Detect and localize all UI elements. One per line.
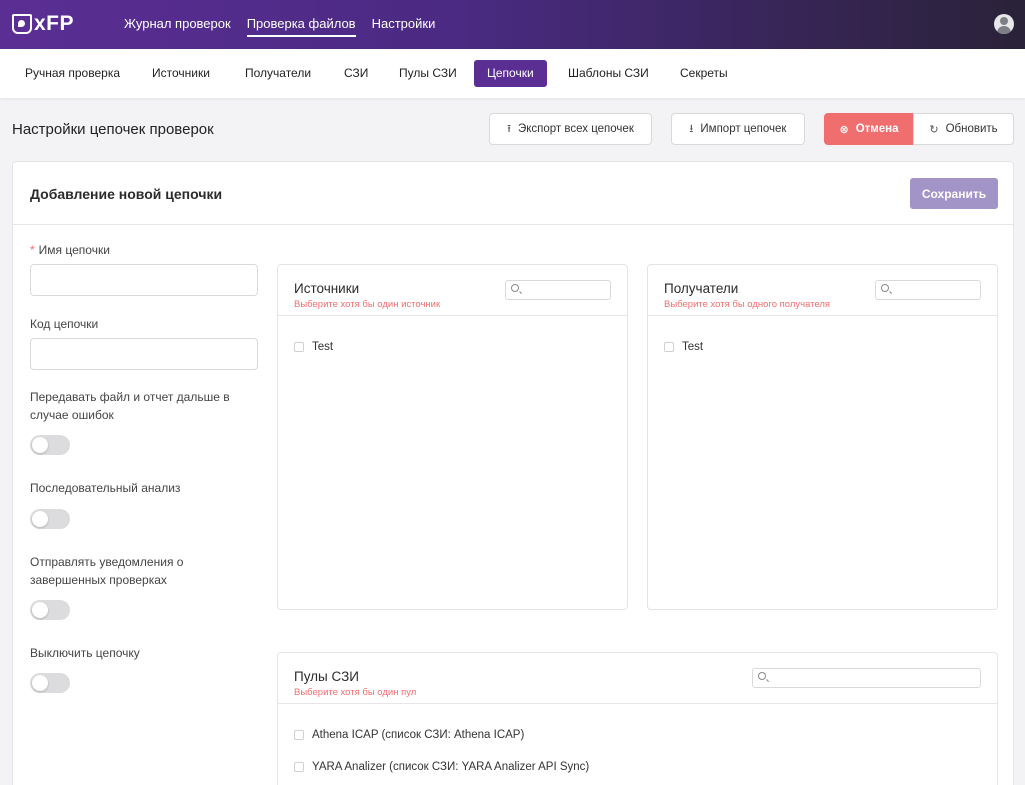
disable-chain-toggle[interactable] [30, 673, 70, 693]
checkbox[interactable] [294, 342, 304, 352]
recipients-title: Получатели [664, 281, 739, 296]
import-label: Импорт цепочек [700, 123, 787, 135]
tab-szi-templates[interactable]: Шаблоны СЗИ [555, 60, 662, 87]
recipients-list-item[interactable]: Test [664, 341, 703, 353]
save-button[interactable]: Сохранить [910, 178, 998, 209]
toggle-label-notifications: Отправлять уведомления о завершенных пров… [30, 555, 184, 587]
sources-title: Источники [294, 281, 360, 296]
topnav-item-settings[interactable]: Настройки [372, 16, 436, 37]
tab-szi[interactable]: СЗИ [331, 60, 381, 87]
tab-szi-pools[interactable]: Пулы СЗИ [386, 60, 470, 87]
sources-panel: Источники Выберите хотя бы один источник… [277, 264, 628, 610]
export-all-button[interactable]: ⭱ Экспорт всех цепочек [489, 113, 652, 145]
card-title: Добавление новой цепочки [30, 186, 223, 202]
search-icon [511, 284, 519, 292]
recipients-divider [648, 315, 997, 316]
sequential-analysis-toggle[interactable] [30, 509, 70, 529]
pools-list-item[interactable]: YARA Analizer (список СЗИ: YARA Analizer… [294, 761, 589, 773]
tab-sources[interactable]: Источники [139, 60, 223, 87]
refresh-icon: ↻ [929, 123, 939, 136]
app-logo[interactable]: xFP [12, 12, 74, 36]
sources-divider [278, 315, 627, 316]
recipients-search-input[interactable] [875, 280, 981, 300]
import-button[interactable]: ⭳ Импорт цепочек [671, 113, 805, 145]
tab-recipients[interactable]: Получатели [232, 60, 324, 87]
chain-name-input[interactable] [30, 264, 258, 296]
pools-title: Пулы СЗИ [294, 669, 359, 684]
export-all-label: Экспорт всех цепочек [517, 123, 634, 135]
search-icon [758, 672, 766, 680]
toggle-label-pass-on-error: Передавать файл и отчет дальше в случае о… [30, 390, 230, 422]
sources-search-input[interactable] [505, 280, 611, 300]
required-marker: * [30, 243, 35, 257]
refresh-label: Обновить [945, 123, 998, 135]
logo-text: xFP [34, 12, 75, 35]
tab-manual-check[interactable]: Ручная проверка [12, 60, 133, 87]
user-avatar-icon[interactable] [994, 14, 1014, 34]
page-title: Настройки цепочек проверок [12, 121, 214, 138]
refresh-button[interactable]: ↻ Обновить [913, 113, 1014, 145]
pass-on-error-toggle[interactable] [30, 435, 70, 455]
toggle-label-disable-chain: Выключить цепочку [30, 646, 140, 660]
pools-list-item[interactable]: Athena ICAP (список СЗИ: Athena ICAP) [294, 729, 524, 741]
new-chain-card: Добавление новой цепочки Сохранить * Имя … [12, 161, 1014, 785]
recipients-hint: Выберите хотя бы одного получателя [664, 299, 831, 310]
search-icon [881, 284, 889, 292]
shield-icon [12, 14, 32, 34]
pools-hint: Выберите хотя бы один пул [294, 687, 417, 698]
chain-code-label: Код цепочки [30, 317, 99, 331]
upload-icon: ⭱ [507, 122, 511, 135]
checkbox[interactable] [294, 730, 304, 740]
cancel-button[interactable]: ⊗ Отмена [824, 113, 914, 145]
recipients-panel: Получатели Выберите хотя бы одного получ… [647, 264, 998, 610]
tab-secrets[interactable]: Секреты [667, 60, 741, 87]
tab-chains[interactable]: Цепочки [474, 60, 547, 87]
topnav-item-journal[interactable]: Журнал проверок [124, 16, 231, 37]
cancel-label: Отмена [855, 123, 899, 135]
szi-pools-panel: Пулы СЗИ Выберите хотя бы один пул Athen… [277, 652, 998, 785]
top-navigation: Журнал проверок Проверка файлов Настройк… [124, 16, 451, 37]
cancel-circle-icon: ⊗ [839, 123, 849, 136]
sources-list-item[interactable]: Test [294, 341, 333, 353]
checkbox[interactable] [664, 342, 674, 352]
download-icon: ⭳ [689, 122, 694, 135]
toggle-label-sequential: Последовательный анализ [30, 481, 181, 495]
chain-name-label: * Имя цепочки [30, 243, 110, 257]
sources-hint: Выберите хотя бы один источник [294, 299, 441, 310]
pools-divider [278, 703, 997, 704]
top-bar: xFP Журнал проверок Проверка файлов Наст… [0, 0, 1025, 49]
notifications-toggle[interactable] [30, 600, 70, 620]
card-divider [13, 224, 1013, 225]
topnav-item-file-check[interactable]: Проверка файлов [246, 16, 356, 37]
pools-search-input[interactable] [752, 668, 981, 688]
sub-tabs-bar: Ручная проверка Источники Получатели СЗИ… [0, 49, 1025, 98]
chain-code-input[interactable] [30, 338, 258, 370]
checkbox[interactable] [294, 762, 304, 772]
